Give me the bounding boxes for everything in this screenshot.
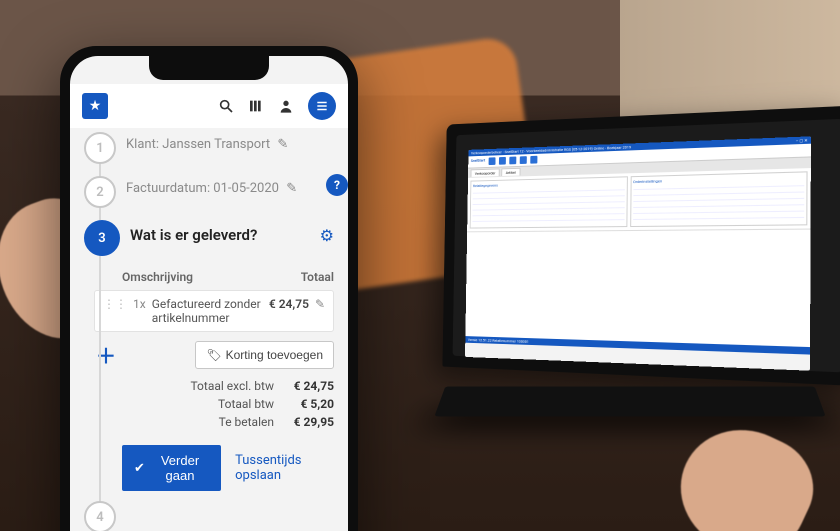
phone-device: ★ [60,46,358,531]
col-total: Totaal [301,270,334,284]
step-number: 4 [84,501,116,531]
line-qty: 1x [133,297,146,311]
form-group-right: Orderinstellingen [630,171,808,227]
button-label: Korting toevoegen [226,348,323,362]
step-text: Factuurdatum: 01-05-2020 [126,181,279,196]
wizard-steps: ? 1 Klant: Janssen Transport ✎ 2 Factuur… [70,128,348,531]
step-3-active: 3 Wat is er geleverd? ⚙ [84,220,334,256]
total-pay-label: Te betalen [219,415,274,429]
tag-icon: 🏷 [206,348,221,362]
add-line-button[interactable]: ＋ [94,340,118,369]
line-item-row[interactable]: ⋮⋮ 1x Gefactureerd zonder artikelnummer … [94,290,334,332]
desktop-app-window: Verkooporderbeheer - SnelStart 12 - Voor… [465,136,811,370]
window-controls[interactable]: – ◻ ✕ [796,138,808,144]
step-number: 2 [84,176,116,208]
tab-artikel[interactable]: Artikel [501,168,520,176]
gear-icon[interactable]: ⚙ [320,220,334,245]
add-row: ＋ 🏷 Korting toevoegen [94,340,334,369]
save-draft-link[interactable]: Tussentijds opslaan [235,453,334,483]
app-logo[interactable]: ★ [82,93,108,119]
step-number: 1 [84,132,116,164]
edit-icon[interactable]: ✎ [315,297,325,311]
step-text: Klant: Janssen Transport [126,137,270,152]
laptop: Verkooporderbeheer - SnelStart 12 - Voor… [420,115,840,445]
ribbon-icon[interactable] [499,157,506,165]
ribbon-icon[interactable] [530,156,537,164]
edit-icon[interactable]: ✎ [286,181,297,196]
col-description: Omschrijving [122,270,193,284]
form-group-left: Relatiegegevens [470,176,628,228]
step-label: Klant: Janssen Transport ✎ [126,132,288,152]
ribbon-icon[interactable] [488,157,495,165]
button-label: Verder gaan [151,453,209,483]
line-description: Gefactureerd zonder artikelnummer [152,297,263,325]
grid-area[interactable] [465,229,810,348]
total-excl-value: € 24,75 [288,379,334,393]
ribbon-icon[interactable] [509,157,516,165]
search-icon[interactable] [218,98,234,114]
totals-block: Totaal excl. btw € 24,75 Totaal btw € 5,20… [122,377,334,431]
user-icon[interactable] [278,98,294,114]
phone-screen: ★ [70,56,348,531]
total-btw-label: Totaal btw [218,397,274,411]
step-4[interactable]: 4 [84,501,334,531]
line-total: € 24,75 [269,297,309,311]
step-actions: ✔ Verder gaan Tussentijds opslaan [122,445,334,491]
total-btw-value: € 5,20 [288,397,334,411]
total-pay-value: € 29,95 [288,415,334,429]
edit-icon[interactable]: ✎ [277,137,288,152]
ribbon-icon[interactable] [520,156,527,164]
scene-backdrop: Verkooporderbeheer - SnelStart 12 - Voor… [0,0,840,531]
library-icon[interactable] [248,98,264,114]
continue-button[interactable]: ✔ Verder gaan [122,445,221,491]
step-1[interactable]: 1 Klant: Janssen Transport ✎ [84,132,334,164]
app-brand: SnelStart [471,158,485,166]
check-icon: ✔ [134,460,145,476]
total-excl-label: Totaal excl. btw [190,379,274,393]
laptop-keyboard [434,386,825,416]
line-items-header: Omschrijving Totaal [122,268,334,290]
app-topbar: ★ [70,84,348,128]
drag-handle-icon[interactable]: ⋮⋮ [103,297,127,311]
form-body: Relatiegegevens Orderinstellingen [467,168,811,231]
phone-notch [149,56,269,80]
add-discount-button[interactable]: 🏷 Korting toevoegen [195,341,334,369]
step-number: 3 [84,220,120,256]
menu-button[interactable] [308,92,336,120]
mobile-app: ★ [70,56,348,531]
star-icon: ★ [89,98,102,114]
help-label: ? [334,178,340,192]
step-label: Factuurdatum: 01-05-2020 ✎ [126,176,297,196]
delivered-section: Omschrijving Totaal ⋮⋮ 1x Gefactureerd z… [122,268,334,491]
tab-verkooporder[interactable]: Verkooporder [471,168,500,176]
step-2[interactable]: 2 Factuurdatum: 01-05-2020 ✎ [84,176,334,208]
step-label: Wat is er geleverd? [130,220,257,244]
